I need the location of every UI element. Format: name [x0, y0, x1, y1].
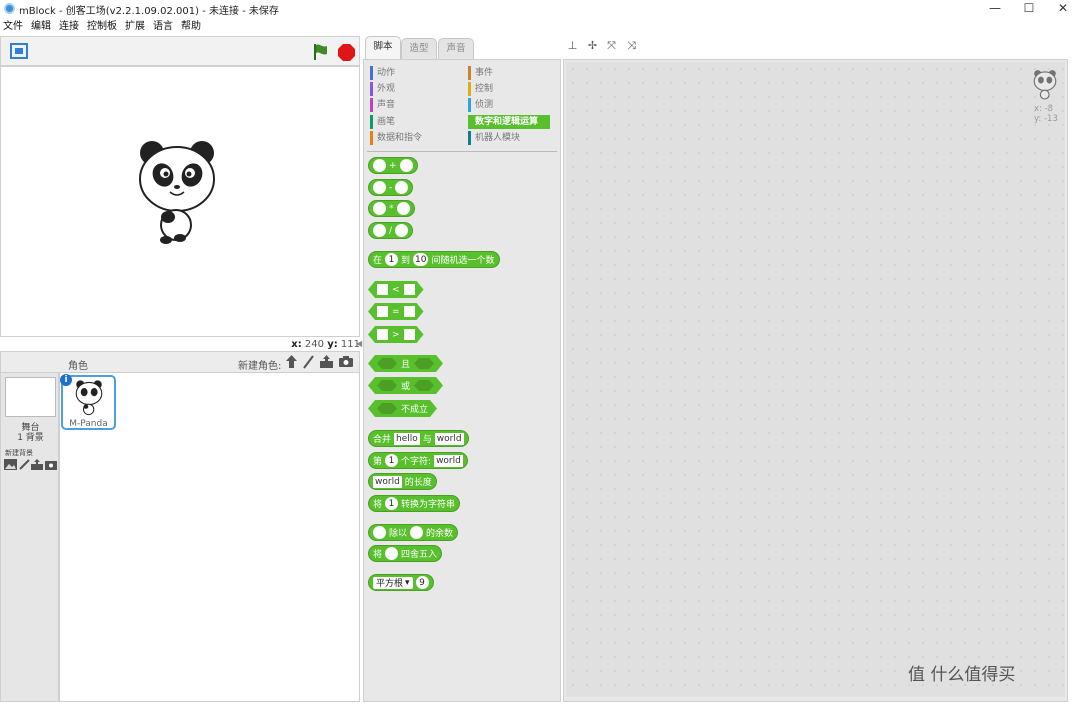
block-not[interactable]: 不成立	[368, 400, 437, 417]
menu-file[interactable]: 文件	[0, 18, 28, 34]
math-function-dropdown[interactable]: 平方根 ▾	[373, 576, 413, 589]
new-backdrop-label: 新建背景	[5, 449, 33, 457]
block-length-of[interactable]: world 的长度	[368, 473, 437, 490]
fullscreen-icon[interactable]	[10, 43, 28, 59]
category-operators[interactable]: 数字和逻辑运算	[468, 115, 550, 129]
category-robots[interactable]: 机器人模块	[468, 131, 550, 145]
panda-sprite[interactable]	[136, 137, 218, 247]
backdrop-library-icon[interactable]	[4, 459, 17, 470]
cut-icon[interactable]: ✢	[587, 40, 598, 51]
paint-backdrop-icon[interactable]	[19, 459, 30, 470]
menu-edit[interactable]: 编辑	[28, 18, 56, 34]
category-events[interactable]: 事件	[468, 66, 550, 80]
block-pick-random[interactable]: 在 1 到 10 间随机选一个数	[368, 251, 500, 268]
block-equals[interactable]: =	[368, 303, 424, 320]
block-subtract[interactable]: -	[368, 179, 414, 196]
sprite-x: x: -8	[1034, 104, 1054, 114]
stage-backdrop-count: 1 背景	[17, 433, 44, 443]
menu-help[interactable]: 帮助	[178, 18, 206, 34]
maximize-button[interactable]: ☐	[1012, 0, 1046, 17]
block-multiply[interactable]: *	[368, 200, 415, 217]
title-bar: mBlock - 创客工场(v2.2.1.09.02.001) - 未连接 - …	[0, 0, 1080, 17]
upload-backdrop-icon[interactable]	[31, 459, 43, 470]
stage-toolbar	[0, 36, 360, 66]
stage-thumbnail[interactable]	[5, 377, 56, 417]
category-motion[interactable]: 动作	[370, 66, 460, 80]
category-pen[interactable]: 画笔	[370, 115, 460, 129]
sprite-position: x: -8 y: -13	[1034, 104, 1058, 124]
tab-costumes[interactable]: 造型	[401, 38, 437, 59]
block-less-than[interactable]: <	[368, 281, 424, 298]
close-button[interactable]: ✕	[1046, 0, 1080, 17]
menu-language[interactable]: 语言	[150, 18, 178, 34]
scripts-canvas[interactable]	[566, 62, 1065, 697]
stop-icon[interactable]	[338, 44, 355, 61]
panda-thumbnail	[75, 380, 103, 416]
sprites-label: 角色	[68, 361, 88, 372]
upload-sprite-icon[interactable]	[319, 354, 334, 369]
block-greater-than[interactable]: >	[368, 326, 424, 343]
block-join[interactable]: 合并 hello 与 world	[368, 430, 469, 447]
camera-backdrop-icon[interactable]	[45, 459, 57, 470]
sprite-y: y: -13	[1034, 114, 1058, 124]
block-round[interactable]: 将 四舍五入	[368, 545, 443, 562]
green-flag-icon[interactable]	[313, 43, 329, 61]
block-letter-of[interactable]: 第 1 个字符: world	[368, 452, 468, 469]
block-math-function[interactable]: 平方根 ▾ 9	[368, 574, 434, 591]
menu-connect[interactable]: 连接	[56, 18, 84, 34]
current-sprite-icon	[1033, 70, 1057, 100]
tab-scripts[interactable]: 脚本	[365, 36, 401, 59]
block-and[interactable]: 且	[368, 355, 443, 372]
mblock-app-icon	[4, 3, 15, 14]
menu-extensions[interactable]: 扩展	[122, 18, 150, 34]
watermark: 值 什么值得买	[908, 665, 1016, 685]
grow-icon[interactable]: ⤧	[606, 40, 617, 51]
stage-panel: 舞台 1 背景 新建背景	[0, 372, 59, 702]
sprite-name: M-Panda	[69, 419, 108, 429]
category-control[interactable]: 控制	[468, 82, 550, 96]
category-sensing[interactable]: 侦测	[468, 98, 550, 112]
shrink-icon[interactable]: ⤨	[626, 40, 637, 51]
stage-mouse-coords: x: 240 y: 111	[291, 339, 360, 350]
category-data[interactable]: 数据和指令	[370, 131, 460, 145]
chevron-down-icon: ▾	[405, 577, 410, 588]
category-looks[interactable]: 外观	[370, 82, 460, 96]
window-title: mBlock - 创客工场(v2.2.1.09.02.001) - 未连接 - …	[19, 6, 279, 17]
sprite-info-icon[interactable]: i	[60, 374, 72, 386]
menu-boards[interactable]: 控制板	[84, 18, 122, 34]
block-or[interactable]: 或	[368, 377, 443, 394]
tab-sounds[interactable]: 声音	[438, 38, 474, 59]
paint-new-sprite-icon[interactable]	[302, 354, 315, 369]
block-divide[interactable]: /	[368, 222, 414, 239]
stage-canvas[interactable]	[0, 66, 360, 337]
minimize-button[interactable]: —	[978, 0, 1012, 17]
block-to-string[interactable]: 将 1 转换为字符串	[368, 495, 461, 512]
palette-divider	[367, 151, 557, 152]
duplicate-icon[interactable]: ⊥	[567, 40, 578, 51]
sprite-list-header: 角色 新建角色:	[0, 351, 360, 373]
block-mod[interactable]: 除以 的余数	[368, 524, 459, 541]
block-add[interactable]: +	[368, 157, 418, 174]
choose-sprite-from-library-icon[interactable]	[285, 354, 298, 369]
category-sound[interactable]: 声音	[370, 98, 460, 112]
menu-bar: 文件 编辑 连接 控制板 扩展 语言 帮助	[0, 18, 1080, 34]
new-sprite-label: 新建角色:	[238, 361, 282, 372]
camera-new-sprite-icon[interactable]	[338, 355, 354, 368]
